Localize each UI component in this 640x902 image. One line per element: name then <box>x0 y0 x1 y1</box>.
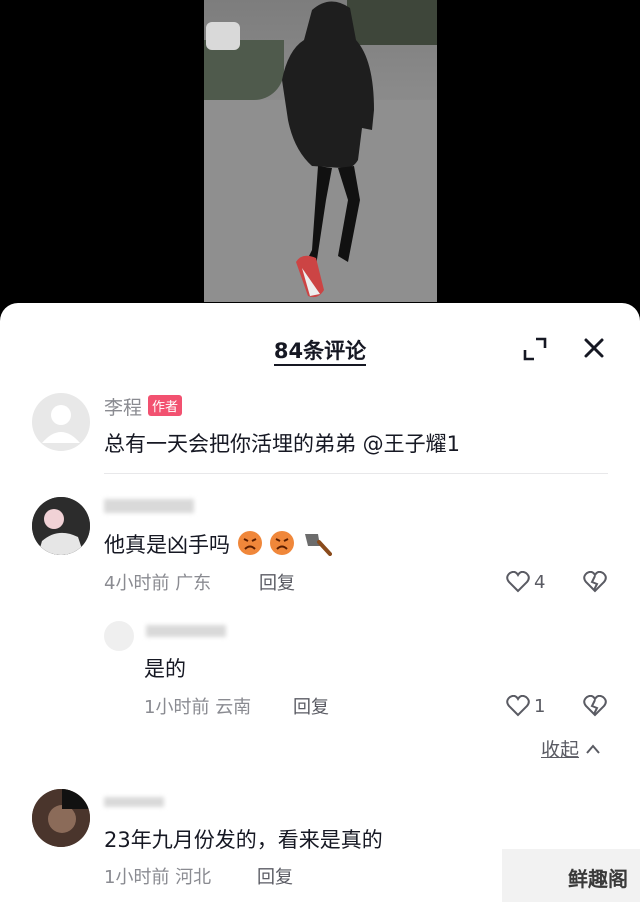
comment-text: 他真是凶手吗 <box>104 529 333 559</box>
close-icon[interactable] <box>580 334 608 362</box>
chevron-up-icon <box>586 743 600 754</box>
comment-meta: 4小时前 广东 <box>104 573 212 594</box>
reply-button[interactable]: 回复 <box>259 569 295 595</box>
avatar[interactable] <box>104 621 134 651</box>
comment-author[interactable]: 李程 作者 <box>104 393 183 420</box>
like-button[interactable]: 4 <box>506 571 545 593</box>
heart-icon <box>506 695 530 717</box>
like-button[interactable]: 1 <box>506 695 545 717</box>
like-count: 1 <box>534 695 546 717</box>
comment-text: 23年九月份发的，看来是真的 <box>104 828 383 852</box>
blurred-username <box>104 797 164 807</box>
watermark: 鲜趣阁 <box>502 849 640 902</box>
video-area[interactable] <box>0 0 640 330</box>
reply-meta: 1小时前 云南 <box>144 697 252 718</box>
avatar[interactable] <box>32 393 90 451</box>
divider <box>104 473 608 474</box>
angry-face-icon <box>270 531 295 555</box>
blurred-username <box>146 625 226 637</box>
default-avatar-icon <box>42 405 80 443</box>
broken-heart-icon[interactable] <box>583 695 607 717</box>
broken-heart-icon[interactable] <box>583 571 607 593</box>
like-count: 4 <box>534 571 546 593</box>
avatar[interactable] <box>32 789 90 847</box>
reply-button[interactable]: 回复 <box>293 693 329 719</box>
expand-icon[interactable] <box>522 336 548 362</box>
collapse-replies-button[interactable]: 收起 <box>541 735 601 762</box>
heart-icon <box>506 571 530 593</box>
angry-face-icon <box>237 531 262 555</box>
blurred-username <box>104 499 194 513</box>
avatar[interactable] <box>32 497 90 555</box>
comment-meta: 1小时前 河北 <box>104 867 212 888</box>
reply-button[interactable]: 回复 <box>257 863 293 889</box>
cleaver-knife-icon <box>305 534 333 556</box>
comments-panel: 84条评论 李程 作者 总有一天会把你活埋的弟弟 @王子耀1 他真是凶手吗 4小时… <box>0 303 640 902</box>
reply-text: 是的 <box>144 657 186 681</box>
video-frame <box>204 0 437 302</box>
comment-text: 总有一天会把你活埋的弟弟 @王子耀1 <box>104 432 461 456</box>
person-figure <box>282 1 374 298</box>
author-badge: 作者 <box>148 395 183 416</box>
